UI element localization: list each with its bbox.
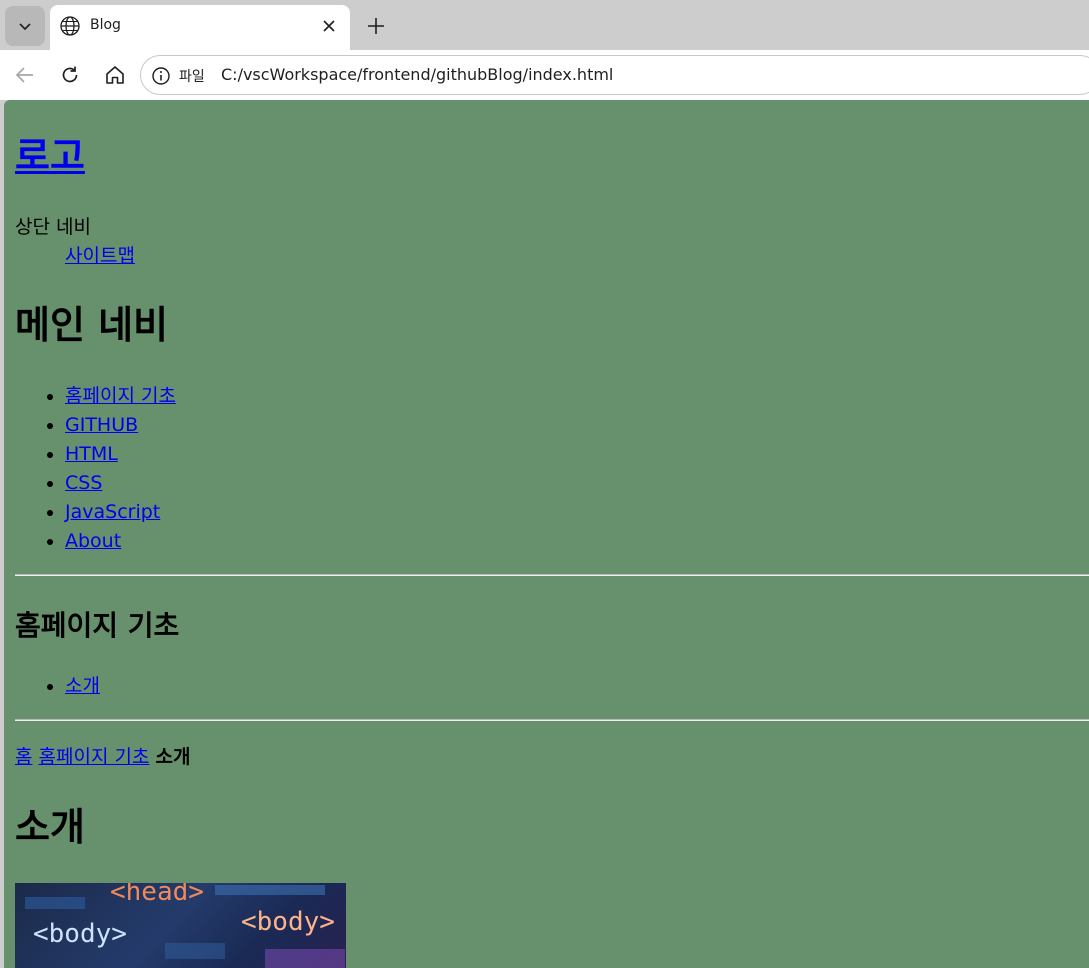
main-nav-link-about[interactable]: About — [65, 530, 121, 552]
home-icon — [106, 66, 124, 84]
new-tab-button[interactable] — [360, 10, 392, 42]
logo: 로고 — [15, 132, 85, 180]
reload-button[interactable] — [56, 61, 84, 89]
close-icon — [323, 20, 335, 32]
tab-close-button[interactable] — [318, 15, 340, 37]
home-button[interactable] — [101, 61, 129, 89]
breadcrumb-current: 소개 — [155, 746, 191, 768]
info-icon[interactable] — [150, 65, 172, 87]
code-tag-head: <head> — [110, 883, 204, 907]
page-viewport: 로고 상단 네비 사이트맵 메인 네비 홈페이지 기초 GITHUB HTML … — [4, 100, 1089, 968]
sitemap-link[interactable]: 사이트맵 — [65, 245, 135, 267]
top-nav-item: 사이트맵 — [65, 242, 135, 270]
arrow-left-icon — [15, 67, 33, 83]
url-text[interactable]: C:/vscWorkspace/frontend/githubBlog/inde… — [221, 65, 613, 84]
globe-icon — [60, 16, 80, 36]
code-blur-shape — [25, 897, 85, 909]
hero-image: <head> <body> <body> — [15, 883, 346, 968]
divider — [15, 574, 1089, 576]
tab-strip: Blog — [0, 0, 1089, 50]
code-blur-shape — [265, 949, 345, 968]
section-nav-item: 소개 — [65, 672, 100, 700]
breadcrumb: 홈 홈페이지 기초 소개 — [15, 743, 190, 771]
main-nav-item: CSS — [65, 469, 176, 498]
main-nav-link-basics[interactable]: 홈페이지 기초 — [65, 385, 176, 407]
main-nav-item: HTML — [65, 440, 176, 469]
browser-tab[interactable]: Blog — [50, 5, 350, 50]
scheme-label: 파일 — [179, 69, 205, 85]
plus-icon — [368, 18, 384, 34]
code-blur-shape — [215, 885, 325, 895]
breadcrumb-home-link[interactable]: 홈 — [15, 746, 32, 768]
section-nav-list: 소개 — [15, 672, 100, 700]
main-nav-list: 홈페이지 기초 GITHUB HTML CSS JavaScript About — [15, 382, 176, 556]
back-button[interactable] — [11, 61, 39, 89]
tab-title: Blog — [90, 17, 121, 33]
browser-toolbar: 파일 C:/vscWorkspace/frontend/githubBlog/i… — [0, 50, 1089, 100]
main-nav-item: GITHUB — [65, 411, 176, 440]
main-nav-link-javascript[interactable]: JavaScript — [65, 501, 160, 523]
logo-link[interactable]: 로고 — [15, 134, 85, 178]
code-tag-body-right: <body> — [241, 907, 335, 937]
page-title: 소개 — [15, 805, 85, 849]
main-nav-link-html[interactable]: HTML — [65, 443, 118, 465]
address-bar[interactable]: 파일 C:/vscWorkspace/frontend/githubBlog/i… — [140, 55, 1089, 95]
top-nav-label: 상단 네비 — [15, 216, 91, 238]
chevron-down-icon — [19, 23, 31, 31]
main-nav-heading: 메인 네비 — [15, 303, 169, 347]
main-nav-link-css[interactable]: CSS — [65, 472, 102, 494]
main-nav-item: About — [65, 527, 176, 556]
main-nav-item: JavaScript — [65, 498, 176, 527]
tab-search-button[interactable] — [5, 6, 45, 46]
section-nav-link-intro[interactable]: 소개 — [65, 675, 100, 697]
divider — [15, 719, 1089, 721]
breadcrumb-category-link[interactable]: 홈페이지 기초 — [39, 746, 150, 768]
reload-icon — [62, 66, 78, 83]
main-nav-item: 홈페이지 기초 — [65, 382, 176, 411]
code-tag-body-left: <body> — [33, 919, 127, 949]
code-blur-shape — [165, 943, 225, 959]
section-heading: 홈페이지 기초 — [15, 609, 180, 642]
main-nav-link-github[interactable]: GITHUB — [65, 414, 138, 436]
